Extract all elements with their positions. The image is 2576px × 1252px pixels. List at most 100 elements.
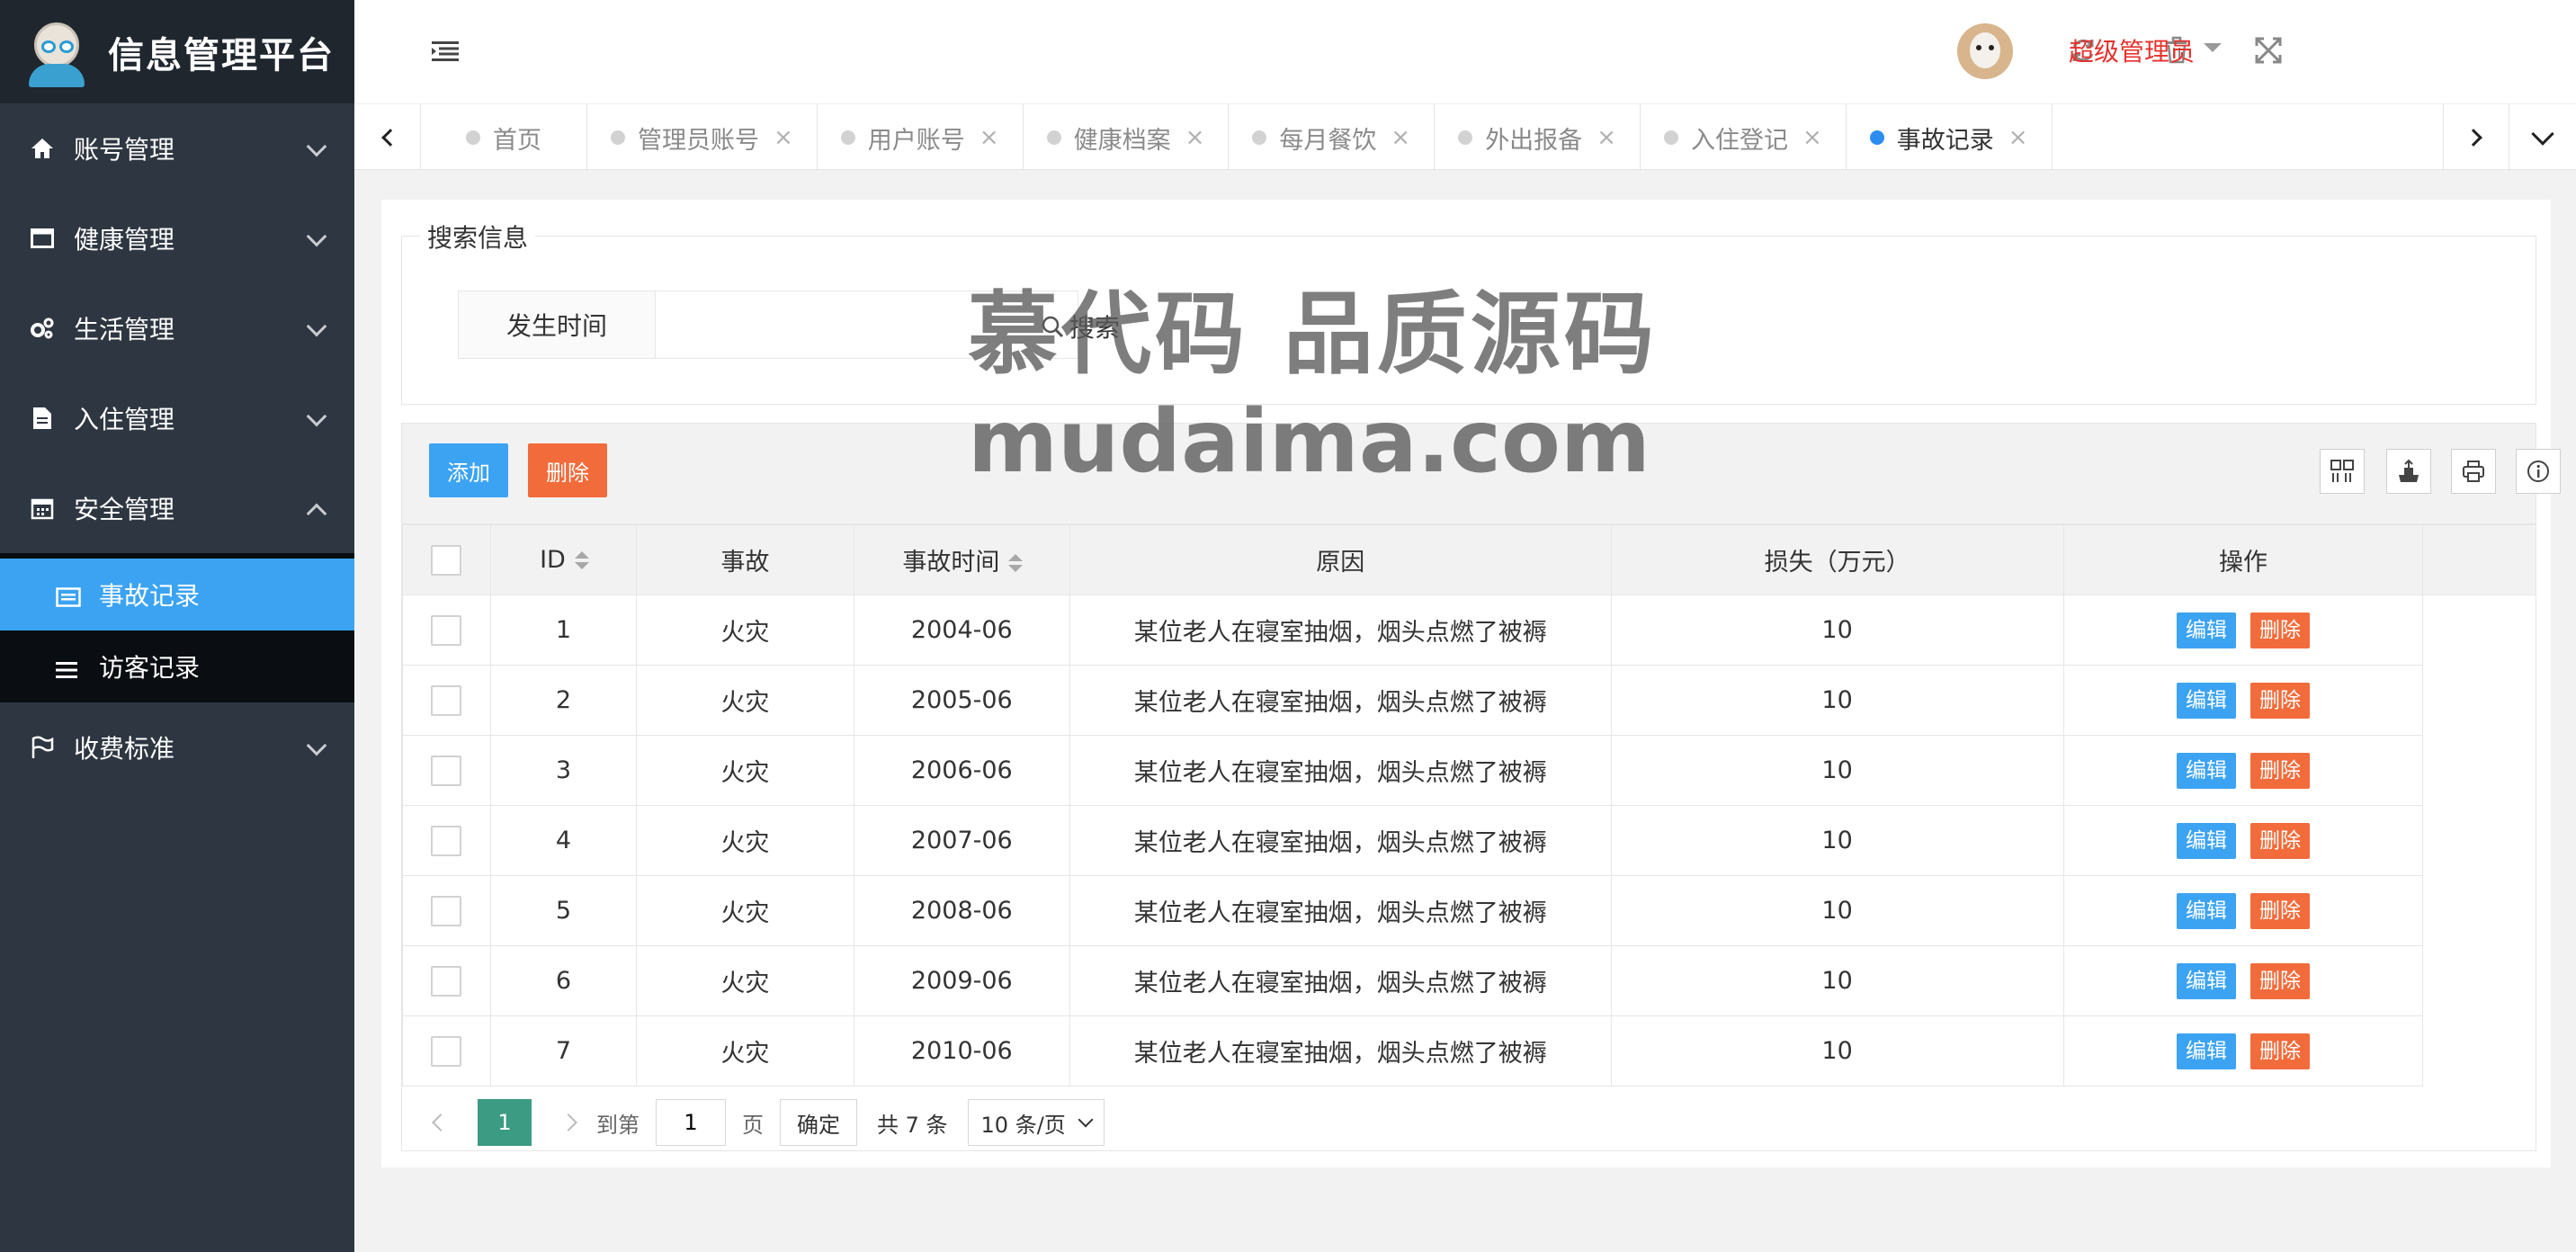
row-checkbox[interactable] [431, 965, 462, 997]
edit-button[interactable]: 编辑 [2177, 822, 2236, 859]
sidebar-item-fees[interactable]: 收费标准 [0, 702, 354, 792]
sort-icon[interactable] [574, 550, 589, 571]
close-icon[interactable]: × [2008, 124, 2028, 151]
cell-accident: 火灾 [635, 805, 854, 876]
tabs-next-button[interactable] [2443, 104, 2509, 171]
tab-user-account[interactable]: 用户账号 × [818, 104, 1024, 171]
occurrence-time-input[interactable] [656, 291, 1078, 359]
edit-button[interactable]: 编辑 [2177, 682, 2236, 719]
tab-admin-account[interactable]: 管理员账号 × [587, 104, 818, 171]
edit-button[interactable]: 编辑 [2177, 752, 2236, 789]
tab-label: 用户账号 [867, 126, 965, 155]
cell-accident: 火灾 [635, 595, 854, 666]
row-checkbox[interactable] [431, 755, 462, 786]
columns-filter-icon[interactable] [2320, 449, 2365, 494]
cell-reason: 某位老人在寝室抽烟，烟头点燃了被褥 [1069, 665, 1612, 736]
sort-icon[interactable] [1008, 553, 1024, 574]
close-icon[interactable]: × [774, 124, 793, 151]
delete-button[interactable]: 删除 [2250, 612, 2310, 648]
table-toolbar: 添加 删除 [402, 424, 2561, 524]
delete-button[interactable]: 删除 [2250, 892, 2310, 929]
sidebar-item-label: 生活管理 [74, 315, 175, 344]
fullscreen-icon[interactable] [2252, 34, 2285, 67]
tab-accident-records[interactable]: 事故记录 × [1847, 104, 2053, 171]
caret-down-icon[interactable] [2204, 43, 2222, 52]
tab-label: 管理员账号 [638, 126, 759, 155]
spacer-cell [2422, 1015, 2536, 1087]
info-icon[interactable] [2516, 449, 2561, 494]
tab-home[interactable]: 首页 [421, 104, 587, 171]
current-page-button[interactable]: 1 [478, 1099, 532, 1146]
search-button[interactable]: 搜索 [1041, 309, 1120, 344]
edit-button[interactable]: 编辑 [2177, 1033, 2236, 1069]
row-checkbox[interactable] [431, 684, 462, 716]
export-icon[interactable] [2386, 449, 2431, 494]
row-checkbox[interactable] [431, 614, 462, 646]
user-avatar[interactable] [1957, 23, 2013, 79]
batch-delete-button[interactable]: 删除 [528, 443, 607, 497]
menu-lines-icon [56, 656, 81, 678]
select-all-checkbox[interactable] [431, 544, 462, 576]
cell-time: 2004-06 [853, 595, 1070, 666]
delete-button[interactable]: 删除 [2250, 682, 2310, 719]
tab-health-records[interactable]: 健康档案 × [1024, 104, 1230, 171]
menu-toggle-icon[interactable] [432, 41, 459, 61]
sidebar-item-life[interactable]: 生活管理 [0, 283, 354, 373]
close-icon[interactable]: × [1185, 124, 1205, 151]
tab-label: 首页 [493, 126, 541, 155]
chevron-down-icon [1078, 1112, 1094, 1128]
delete-button[interactable]: 删除 [2250, 962, 2310, 999]
prev-page-icon[interactable] [432, 1113, 450, 1131]
close-icon[interactable]: × [979, 124, 999, 151]
window-icon [29, 225, 56, 252]
user-name[interactable]: 超级管理员 [2069, 32, 2195, 68]
select-all-cell [402, 524, 491, 595]
cell-id: 1 [489, 595, 637, 666]
edit-button[interactable]: 编辑 [2177, 892, 2236, 929]
row-checkbox[interactable] [431, 1035, 462, 1067]
next-page-icon[interactable] [559, 1113, 577, 1131]
print-icon[interactable] [2451, 449, 2496, 494]
tab-outing-report[interactable]: 外出报备 × [1435, 104, 1641, 171]
row-checkbox[interactable] [431, 895, 462, 926]
goto-confirm-button[interactable]: 确定 [780, 1099, 857, 1146]
delete-button[interactable]: 删除 [2250, 1033, 2310, 1069]
sidebar-item-checkin[interactable]: 入住管理 [0, 373, 354, 463]
col-reason-label: 原因 [1316, 549, 1365, 577]
close-icon[interactable]: × [1391, 124, 1410, 151]
row-select-cell [402, 1015, 491, 1087]
sidebar-item-accident-records[interactable]: 事故记录 [0, 559, 354, 630]
add-button[interactable]: 添加 [429, 443, 508, 497]
gears-icon [29, 315, 56, 342]
close-icon[interactable]: × [1597, 124, 1616, 151]
tabs-menu-button[interactable] [2509, 104, 2576, 171]
col-time[interactable]: 事故时间 [853, 524, 1070, 595]
tab-monthly-meals[interactable]: 每月餐饮 × [1229, 104, 1436, 171]
tabs: 首页 管理员账号 × 用户账号 × 健康档案 × 每月餐饮 × 外出报备 × 入… [421, 104, 2053, 171]
col-reason: 原因 [1069, 524, 1612, 595]
sidebar-item-account[interactable]: 账号管理 [0, 103, 354, 193]
page-size-select[interactable]: 10 条/页 [967, 1099, 1105, 1146]
goto-page-input[interactable] [656, 1099, 726, 1146]
edit-button[interactable]: 编辑 [2177, 612, 2236, 648]
delete-button[interactable]: 删除 [2250, 752, 2310, 789]
col-id[interactable]: ID [489, 524, 637, 595]
sidebar-item-health[interactable]: 健康管理 [0, 193, 354, 283]
cell-ops: 编辑 删除 [2062, 595, 2424, 666]
delete-button[interactable]: 删除 [2250, 822, 2310, 859]
chevron-down-icon [306, 735, 327, 756]
tabs-prev-button[interactable] [354, 104, 421, 171]
logo: 信息管理平台 [0, 0, 354, 103]
tab-checkin-registration[interactable]: 入住登记 × [1641, 104, 1847, 171]
edit-button[interactable]: 编辑 [2177, 962, 2236, 999]
tab-label: 入住登记 [1690, 126, 1788, 155]
close-icon[interactable]: × [1802, 124, 1822, 151]
cell-loss: 10 [1610, 735, 2064, 806]
tab-label: 事故记录 [1896, 126, 1994, 155]
sidebar-item-visitor-records[interactable]: 访客记录 [0, 630, 354, 702]
sidebar-item-safety[interactable]: 安全管理 [0, 463, 354, 553]
row-checkbox[interactable] [431, 825, 462, 856]
col-accident: 事故 [635, 524, 854, 595]
calendar-icon [29, 495, 56, 522]
search-button-label: 搜索 [1069, 313, 1121, 343]
